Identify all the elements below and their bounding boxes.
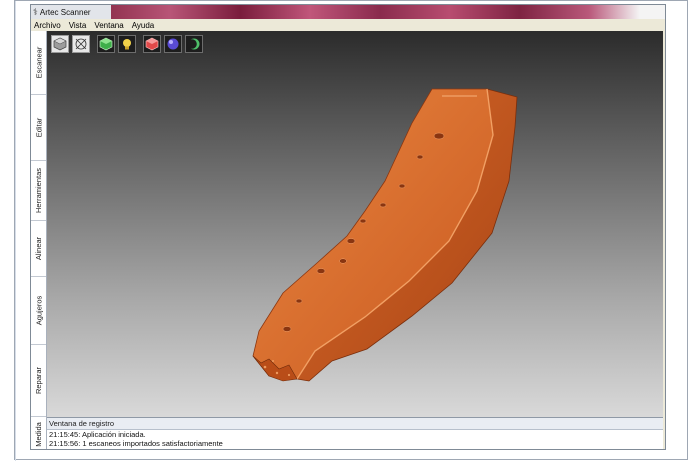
app-icon: ⚕ — [33, 6, 38, 17]
log-line: 21:15:45: Aplicación iniciada. — [49, 430, 146, 439]
sidebar-tab-label: Editar — [34, 117, 43, 138]
window-title: Artec Scanner — [39, 7, 91, 17]
sidebar-tab-label: Alinear — [34, 236, 44, 261]
sidebar-tab-herramientas[interactable]: Herramientas — [31, 161, 46, 221]
log-panel: Ventana de registro 21:15:45: Aplicación… — [47, 417, 663, 449]
log-line: 21:15:56: 1 escaneos importados satisfac… — [49, 439, 223, 448]
app-window: ⚕ Artec Scanner Archivo Vista Ventana Ay… — [30, 4, 666, 450]
frame-line — [15, 1, 16, 461]
sidebar-tab-escanear[interactable]: Escanear — [31, 31, 46, 95]
menu-ayuda[interactable]: Ayuda — [132, 21, 155, 30]
menu-archivo[interactable]: Archivo — [34, 21, 61, 30]
sidebar-tab-medida[interactable]: Medida — [31, 417, 46, 449]
sidebar: Escanear Editar Herramientas Alinear Agu… — [31, 31, 47, 449]
sidebar-tab-editar[interactable]: Editar — [31, 95, 46, 161]
sidebar-tab-agujeros[interactable]: Agujeros — [31, 277, 46, 345]
sidebar-tab-label: Escanear — [34, 46, 43, 79]
sidebar-tab-label: Reparar — [34, 366, 44, 395]
menu-vista[interactable]: Vista — [69, 21, 87, 30]
log-panel-title: Ventana de registro — [47, 418, 663, 430]
sidebar-tab-reparar[interactable]: Reparar — [31, 345, 46, 417]
sidebar-tab-label: Herramientas — [34, 167, 44, 214]
title-area: ⚕ Artec Scanner — [31, 5, 111, 19]
menu-ventana[interactable]: Ventana — [94, 21, 123, 30]
scanned-object-model — [252, 88, 518, 382]
3d-viewport[interactable] — [47, 31, 663, 417]
sidebar-tab-label: Medida — [34, 421, 44, 447]
title-bar[interactable]: ⚕ Artec Scanner — [31, 5, 665, 19]
sidebar-tab-label: Agujeros — [34, 295, 44, 326]
sidebar-tab-alinear[interactable]: Alinear — [31, 221, 46, 277]
menu-bar: Archivo Vista Ventana Ayuda — [31, 19, 665, 31]
